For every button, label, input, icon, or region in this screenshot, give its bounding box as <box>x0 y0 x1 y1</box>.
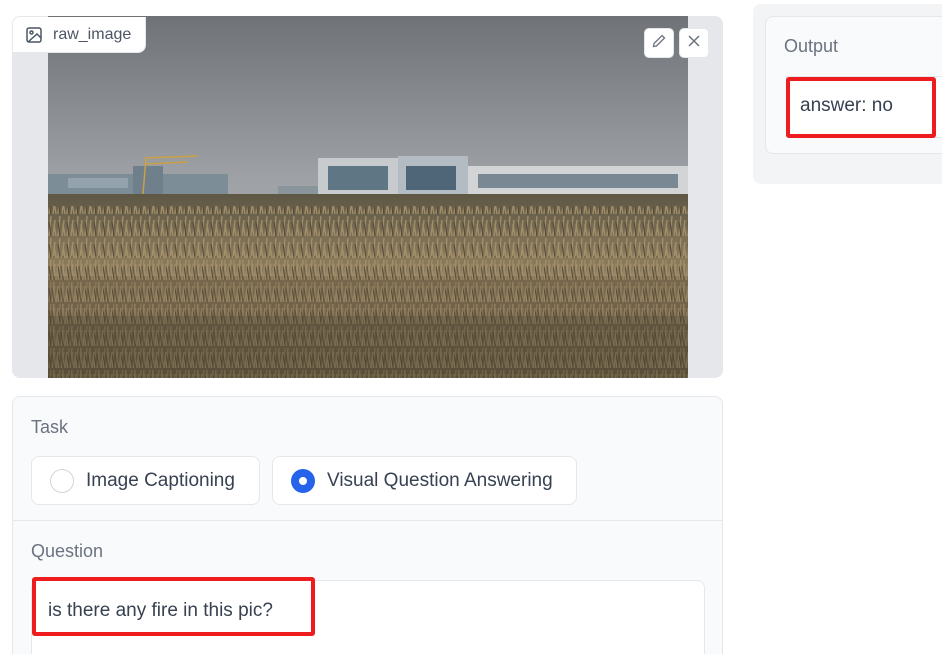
form-panel: Task Image Captioning Visual Question An… <box>12 396 723 654</box>
task-option-visual-question-answering[interactable]: Visual Question Answering <box>272 456 577 505</box>
edit-image-button[interactable] <box>644 28 674 58</box>
close-icon <box>687 34 701 53</box>
task-option-image-captioning[interactable]: Image Captioning <box>31 456 260 505</box>
question-label: Question <box>31 541 104 561</box>
output-textbox[interactable]: answer: no <box>786 76 942 138</box>
task-label: Task <box>31 417 69 437</box>
image-label-text: raw_image <box>53 25 132 43</box>
task-option-label: Image Captioning <box>86 469 235 491</box>
question-input[interactable]: is there any fire in this pic? <box>31 580 705 654</box>
image-label-badge: raw_image <box>13 17 147 53</box>
pencil-icon <box>651 33 667 54</box>
radio-checked-icon[interactable] <box>291 468 315 493</box>
image-icon <box>25 26 43 44</box>
clear-image-button[interactable] <box>679 28 709 58</box>
radio-unchecked-icon[interactable] <box>50 468 74 493</box>
task-option-label: Visual Question Answering <box>327 469 553 491</box>
uploaded-photo <box>48 16 688 378</box>
output-label: Output <box>784 36 839 56</box>
section-divider <box>13 520 722 521</box>
app-page: raw_image Task Image Captioning Visual Q… <box>0 0 942 654</box>
image-input-panel[interactable]: raw_image <box>12 16 723 378</box>
